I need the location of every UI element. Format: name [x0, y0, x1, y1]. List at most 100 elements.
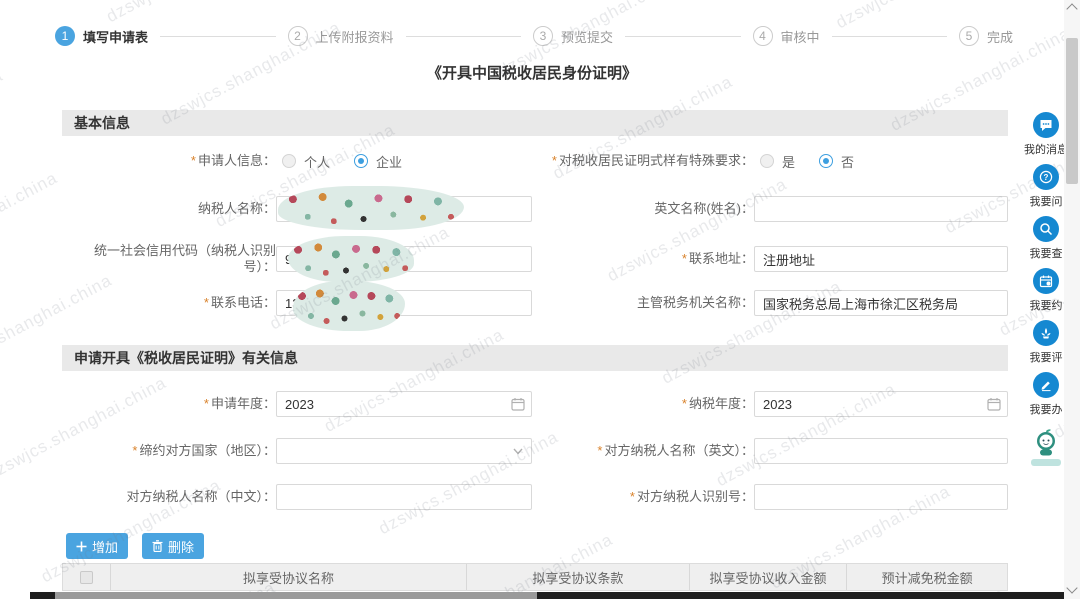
redaction-blob-phone [293, 281, 405, 331]
application-year-input[interactable] [276, 391, 532, 417]
col-treaty-clause: 拟享受协议条款 [467, 564, 690, 590]
step-3-preview-submit[interactable]: 3 预览提交 [533, 26, 613, 46]
section-basic-info-title: 基本信息 [74, 113, 130, 133]
treaty-table-header: 拟享受协议名称 拟享受协议条款 拟享受协议收入金额 预计减免税金额 [62, 563, 1008, 591]
search-icon [1033, 216, 1059, 242]
redaction-blob-taxpayer-name [278, 186, 464, 230]
question-icon: ? [1033, 164, 1059, 190]
vertical-scrollbar[interactable] [1064, 0, 1080, 599]
chevron-down-icon[interactable] [511, 444, 525, 458]
sidebar-item-review[interactable]: 我要评 [1030, 320, 1063, 365]
counterparty-name-cn-input[interactable] [276, 484, 532, 510]
calendar-icon[interactable] [511, 397, 525, 411]
radio-individual[interactable] [282, 154, 296, 168]
step-4-number: 4 [753, 26, 773, 46]
stepper-connector [160, 36, 275, 37]
delete-row-button[interactable]: 删除 [142, 533, 204, 559]
sidebar-label: 我要查 [1030, 245, 1063, 261]
stepper-connector [406, 36, 521, 37]
pencil-icon [1033, 372, 1059, 398]
message-icon [1033, 112, 1059, 138]
horizontal-scrollbar[interactable] [30, 592, 1064, 599]
col-treaty-income: 拟享受协议收入金额 [690, 564, 848, 590]
required-asterisk: * [682, 251, 687, 266]
sidebar-item-appointment[interactable]: 我要约 [1030, 268, 1063, 313]
step-4-label: 审核中 [781, 27, 820, 46]
counterparty-name-en-label: *对方纳税人名称（英文）： [542, 443, 754, 459]
contact-phone-label: *联系电话： [62, 295, 276, 311]
praise-icon [1033, 320, 1059, 346]
assistant-mascot[interactable] [1031, 428, 1061, 466]
radio-no-label[interactable]: 否 [841, 152, 854, 171]
trash-icon [152, 540, 163, 552]
required-asterisk: * [132, 443, 137, 458]
english-name-input[interactable] [754, 196, 1008, 222]
step-2-upload[interactable]: 2 上传附报资料 [288, 26, 394, 46]
col-estimated-tax-relief: 预计减免税金额 [847, 564, 1007, 590]
treaty-country-select[interactable] [276, 438, 532, 464]
counterparty-name-en-input[interactable] [754, 438, 1008, 464]
step-1-label: 填写申请表 [83, 27, 148, 46]
section-basic-info-header: 基本信息 [62, 110, 1008, 136]
radio-no[interactable] [819, 154, 833, 168]
row-taxpayer-name: 纳税人名称： 英文名称(姓名)： [62, 196, 1008, 222]
radio-yes[interactable] [760, 154, 774, 168]
sidebar-label: 我要办 [1030, 401, 1063, 417]
tax-authority-input[interactable] [754, 290, 1008, 316]
required-asterisk: * [597, 443, 602, 458]
mascot-icon [1031, 428, 1061, 458]
special-format-radio-group: 是 否 [760, 152, 870, 171]
application-year-label: *申请年度： [62, 396, 276, 412]
radio-enterprise-label[interactable]: 企业 [376, 152, 402, 171]
step-4-reviewing[interactable]: 4 审核中 [753, 26, 820, 46]
tax-year-input[interactable] [754, 391, 1008, 417]
calendar-icon[interactable] [987, 397, 1001, 411]
counterparty-tin-input[interactable] [754, 484, 1008, 510]
step-2-label: 上传附报资料 [316, 27, 394, 46]
step-1-number: 1 [55, 26, 75, 46]
quick-actions-sidebar: 我的消息 ? 我要问 我要查 我要约 我要评 [1022, 112, 1070, 466]
counterparty-name-cn-label: 对方纳税人名称（中文）： [62, 489, 276, 505]
mascot-badge [1031, 459, 1061, 466]
vertical-scrollbar-thumb[interactable] [1066, 38, 1078, 184]
taxpayer-name-label: 纳税人名称： [62, 201, 276, 217]
table-toolbar: 增加 删除 [66, 533, 204, 559]
radio-individual-label[interactable]: 个人 [304, 152, 330, 171]
row-counterparty-name-cn: 对方纳税人名称（中文）： *对方纳税人识别号： [62, 484, 1008, 510]
special-format-label: *对税收居民证明式样有特殊要求： [542, 153, 754, 169]
col-treaty-name: 拟享受协议名称 [111, 564, 467, 590]
contact-address-input[interactable] [754, 246, 1008, 272]
step-5-label: 完成 [987, 27, 1013, 46]
step-3-label: 预览提交 [561, 27, 613, 46]
step-2-number: 2 [288, 26, 308, 46]
horizontal-scrollbar-thumb[interactable] [55, 592, 537, 599]
row-contact-phone: *联系电话： 主管税务机关名称： [62, 290, 1008, 316]
row-credit-code: 统一社会信用代码（纳税人识别号）： *联系地址： [62, 243, 1008, 275]
select-all-checkbox[interactable] [80, 571, 93, 584]
row-applicant-type: *申请人信息： 个人 企业 *对税收居民证明式样有特殊要求： 是 否 [62, 151, 1008, 171]
add-row-button[interactable]: 增加 [66, 533, 128, 559]
step-1-fill-form[interactable]: 1 填写申请表 [55, 26, 148, 46]
row-application-year: *申请年度： *纳税年度： [62, 391, 1008, 417]
sidebar-item-handle[interactable]: 我要办 [1030, 372, 1063, 417]
step-3-number: 3 [533, 26, 553, 46]
sidebar-item-my-messages[interactable]: 我的消息 [1024, 112, 1068, 157]
row-treaty-country: *缔约对方国家（地区）： *对方纳税人名称（英文）： [62, 438, 1008, 464]
required-asterisk: * [204, 295, 209, 310]
radio-yes-label[interactable]: 是 [782, 152, 795, 171]
counterparty-tin-label: *对方纳税人识别号： [542, 489, 754, 505]
scroll-down-arrow-icon[interactable] [1066, 582, 1077, 593]
select-all-cell [63, 564, 111, 590]
plus-icon [76, 541, 87, 552]
sidebar-label: 我要约 [1030, 297, 1063, 313]
sidebar-label: 我的消息 [1024, 141, 1068, 157]
scroll-up-arrow-icon[interactable] [1066, 3, 1077, 14]
page-title: 《开具中国税收居民身份证明》 [0, 62, 1064, 83]
sidebar-item-search[interactable]: 我要查 [1030, 216, 1063, 261]
step-5-done[interactable]: 5 完成 [959, 26, 1013, 46]
section-treaty-info-header: 申请开具《税收居民证明》有关信息 [62, 345, 1008, 371]
radio-enterprise[interactable] [354, 154, 368, 168]
sidebar-item-ask[interactable]: ? 我要问 [1030, 164, 1063, 209]
required-asterisk: * [630, 489, 635, 504]
appointment-icon [1033, 268, 1059, 294]
